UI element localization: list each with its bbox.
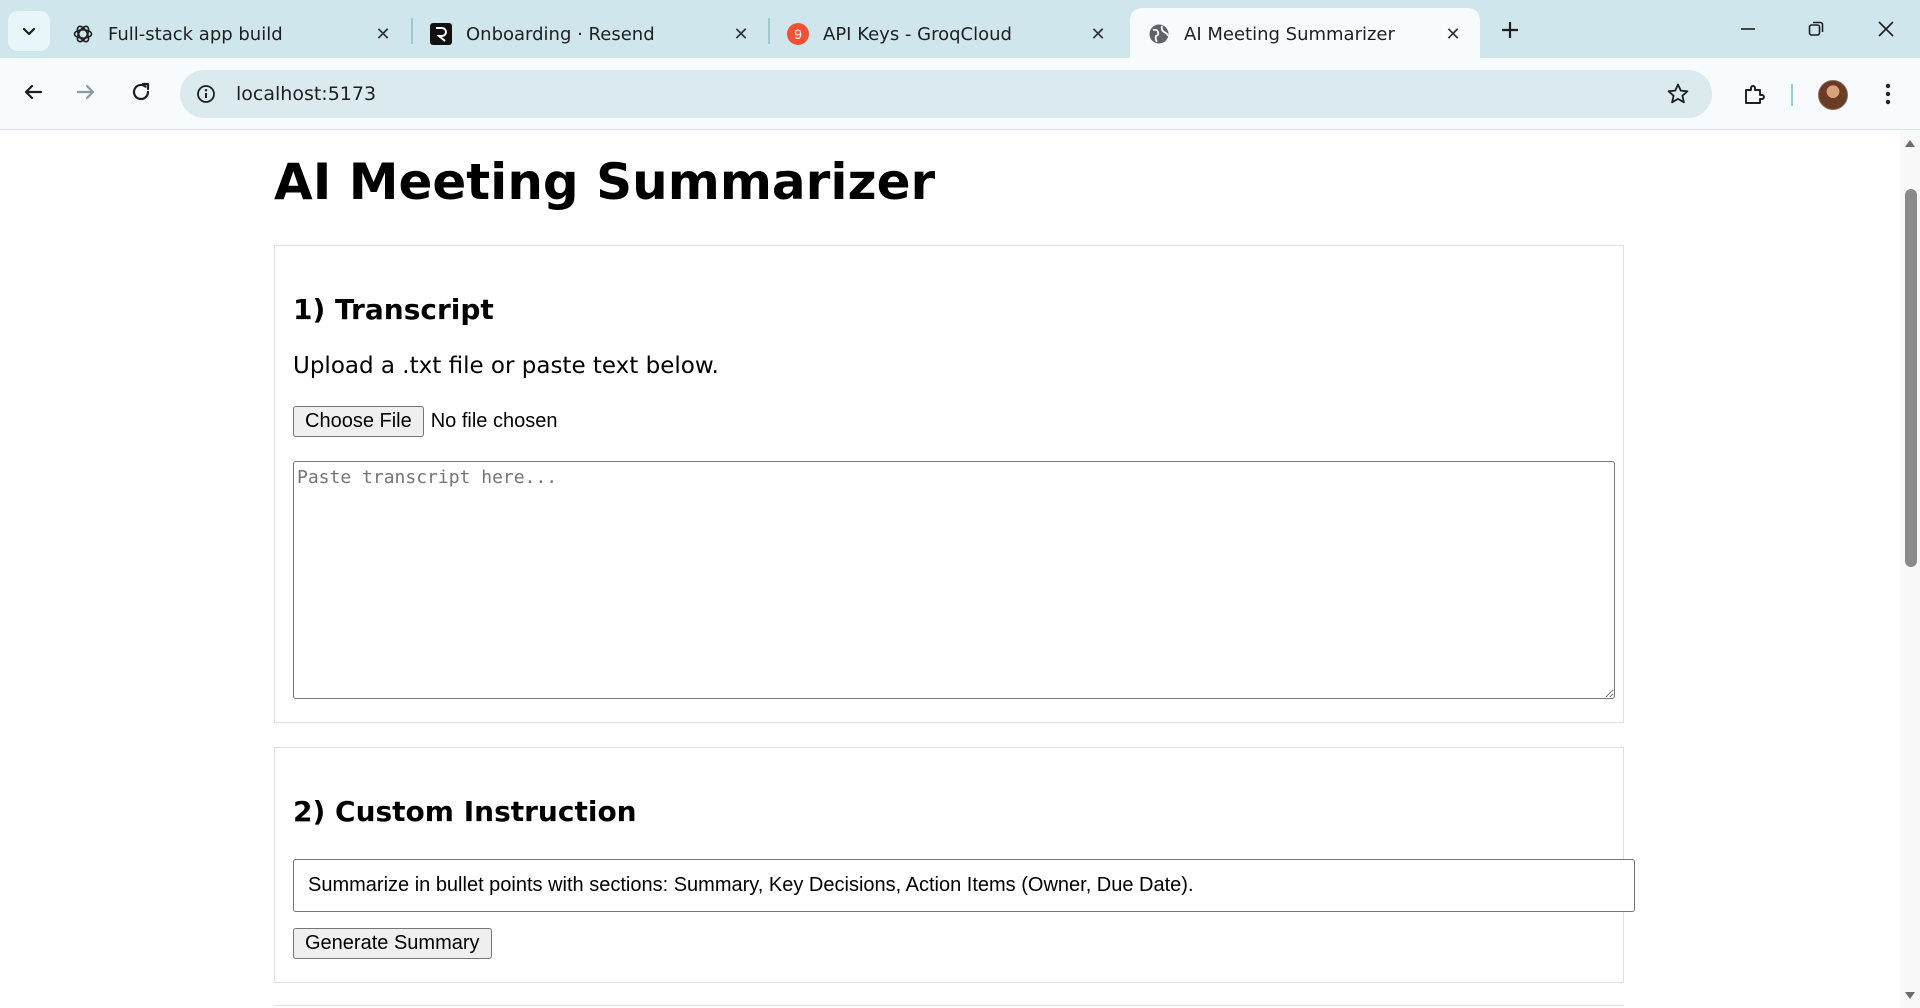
toolbar-divider — [1791, 84, 1793, 106]
close-tab-icon[interactable]: ✕ — [728, 21, 754, 47]
tab-ai-meeting-summarizer[interactable]: AI Meeting Summarizer ✕ — [1130, 8, 1480, 60]
arrow-left-icon — [24, 84, 43, 100]
scrollbar-thumb[interactable] — [1905, 189, 1917, 567]
back-button[interactable] — [13, 72, 53, 112]
close-window-button[interactable] — [1852, 0, 1920, 58]
instruction-card: 2) Custom Instruction Generate Summary — [274, 747, 1635, 983]
forward-button[interactable] — [66, 72, 106, 112]
transcript-heading: 1) Transcript — [293, 293, 494, 326]
profile-avatar[interactable] — [1818, 80, 1848, 110]
tab-title: Onboarding · Resend — [466, 23, 655, 45]
next-card-edge — [274, 1005, 1624, 1006]
globe-icon — [1148, 23, 1170, 45]
page-title: AI Meeting Summarizer — [274, 153, 936, 211]
tab-title: Full-stack app build — [108, 23, 283, 45]
file-upload: Choose File No file chosen — [293, 406, 557, 437]
chevron-down-icon — [22, 27, 36, 36]
file-status-text: No file chosen — [430, 410, 558, 432]
arrow-right-icon — [76, 84, 95, 100]
site-info-icon[interactable] — [186, 74, 226, 114]
transcript-textarea[interactable] — [293, 461, 1615, 699]
minimize-button[interactable] — [1714, 0, 1782, 58]
extensions-button[interactable] — [1734, 74, 1774, 114]
browser-toolbar: localhost:5173 — [0, 58, 1920, 130]
svg-text:9: 9 — [794, 26, 802, 42]
address-bar[interactable]: localhost:5173 — [180, 70, 1712, 118]
scroll-up-arrow-icon[interactable] — [1900, 133, 1920, 153]
reload-icon — [132, 82, 150, 101]
bookmark-star-icon[interactable] — [1664, 80, 1692, 108]
tab-title: AI Meeting Summarizer — [1184, 23, 1395, 45]
scroll-down-arrow-icon[interactable] — [1900, 986, 1920, 1006]
close-icon — [1878, 21, 1894, 37]
more-vertical-icon — [1885, 83, 1891, 105]
generate-summary-button[interactable]: Generate Summary — [293, 928, 492, 959]
resend-icon — [430, 23, 452, 45]
reload-button[interactable] — [121, 72, 161, 112]
tab-strip: Full-stack app build ✕ Onboarding · Rese… — [0, 0, 1920, 60]
tab-search-button[interactable] — [8, 11, 50, 51]
transcript-card: 1) Transcript Upload a .txt file or past… — [274, 245, 1624, 723]
close-tab-icon[interactable]: ✕ — [370, 21, 396, 47]
restore-icon — [1808, 21, 1824, 36]
tab-title: API Keys - GroqCloud — [823, 23, 1012, 45]
page-viewport: AI Meeting Summarizer 1) Transcript Uplo… — [0, 131, 1900, 1008]
minimize-icon — [1741, 28, 1755, 30]
browser-menu-button[interactable] — [1868, 74, 1908, 114]
close-tab-icon[interactable]: ✕ — [1440, 21, 1466, 47]
page-scrollbar[interactable] — [1900, 131, 1920, 1008]
tab-api-keys-groqcloud[interactable]: 9 API Keys - GroqCloud ✕ — [769, 8, 1125, 60]
choose-file-button[interactable]: Choose File — [293, 406, 424, 437]
openai-icon — [72, 23, 94, 45]
plus-icon — [1502, 22, 1518, 38]
instruction-heading: 2) Custom Instruction — [293, 795, 637, 828]
close-tab-icon[interactable]: ✕ — [1085, 21, 1111, 47]
tab-onboarding-resend[interactable]: Onboarding · Resend ✕ — [412, 8, 768, 60]
transcript-description: Upload a .txt file or paste text below. — [293, 353, 719, 379]
new-tab-button[interactable] — [1494, 14, 1526, 46]
tab-full-stack-app-build[interactable]: Full-stack app build ✕ — [54, 8, 410, 60]
restore-button[interactable] — [1782, 0, 1850, 58]
custom-instruction-input[interactable] — [293, 859, 1635, 912]
groq-icon: 9 — [787, 23, 809, 45]
puzzle-icon — [1745, 85, 1765, 104]
url-text[interactable]: localhost:5173 — [236, 83, 376, 105]
